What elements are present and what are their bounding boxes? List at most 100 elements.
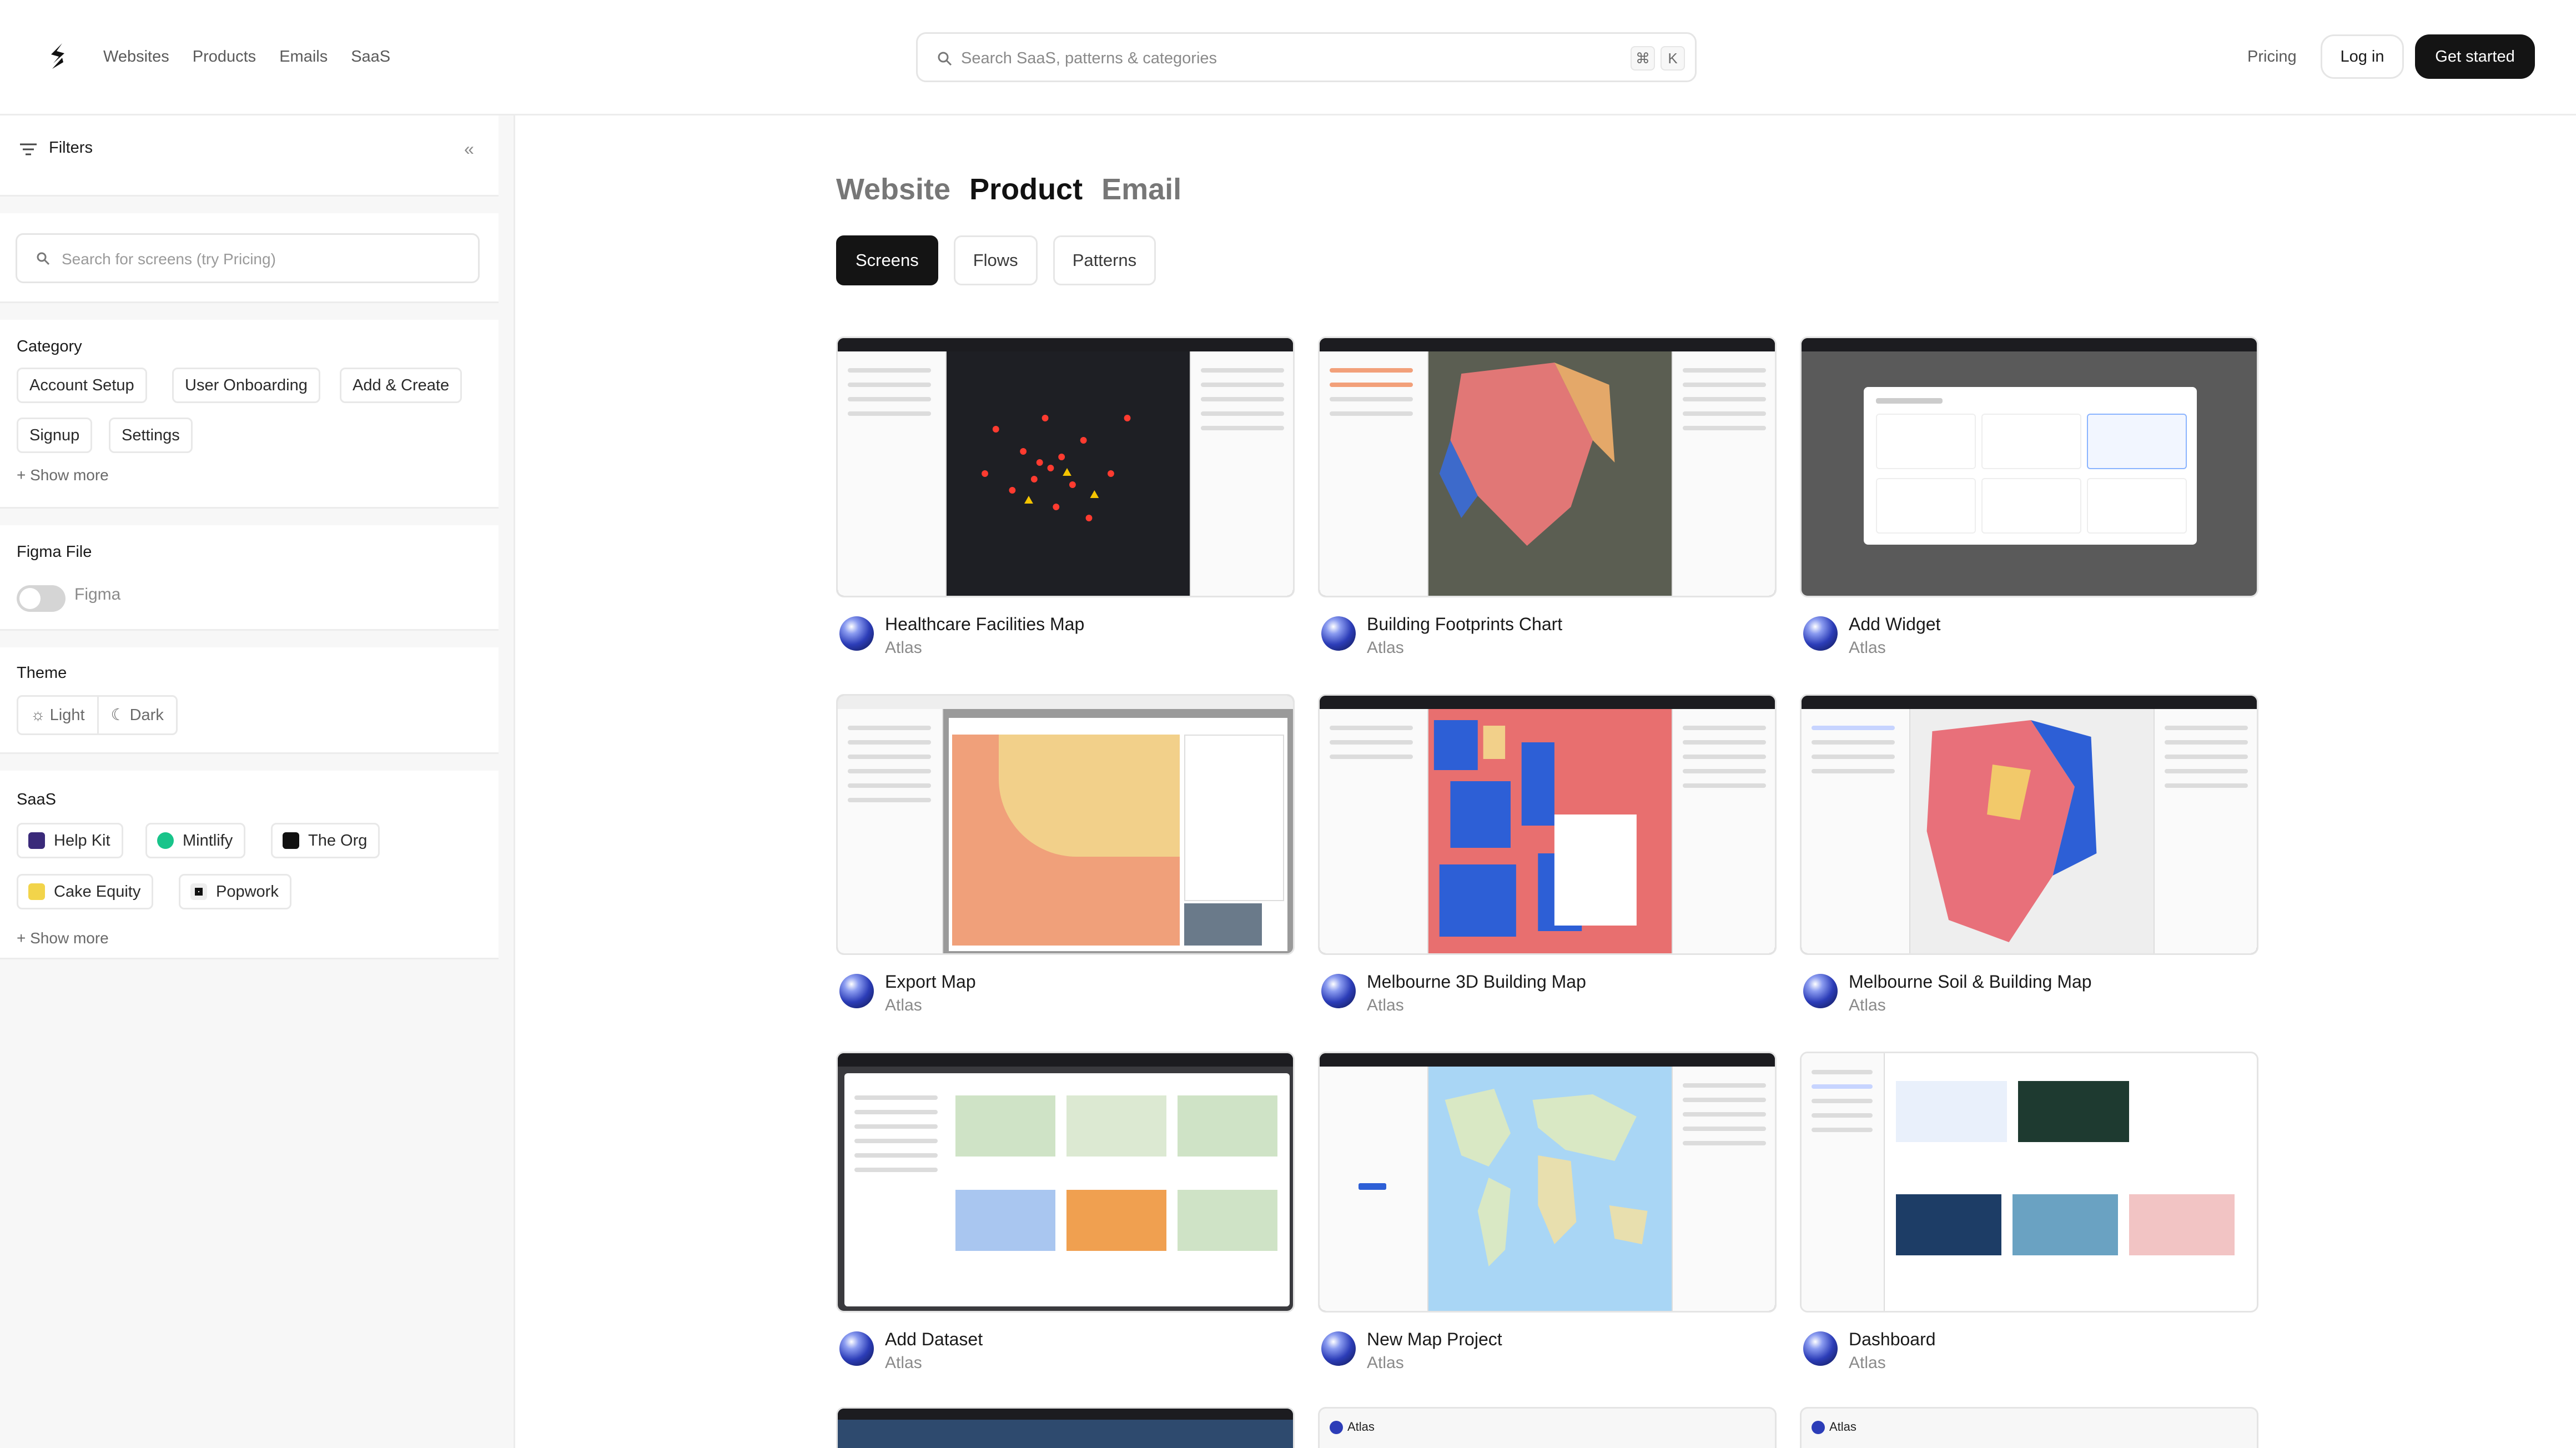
card-meta: Healthcare Facilities Map Atlas — [836, 605, 1295, 666]
saas-chip-help-kit[interactable]: Help Kit — [17, 823, 123, 858]
card-app[interactable]: Atlas — [885, 996, 922, 1015]
thumb-toolbar — [838, 338, 1293, 351]
login-button[interactable]: Log in — [2321, 34, 2404, 79]
category-panel: Category Account Setup User Onboarding A… — [0, 320, 499, 509]
screen-thumbnail[interactable]: Atlas — [1318, 1407, 1777, 1448]
thumb-guide-3 — [2129, 1194, 2235, 1255]
atlas-logo-icon — [1330, 1421, 1343, 1434]
moon-icon: ☾ — [110, 706, 130, 724]
saas-chip-mintlify[interactable]: Mintlify — [145, 823, 246, 858]
saas-show-more[interactable]: + Show more — [17, 929, 109, 947]
thumb-toolbar — [838, 1053, 1293, 1067]
thumb-map — [1428, 709, 1672, 953]
card-title[interactable]: Healthcare Facilities Map — [885, 614, 1084, 635]
card-app[interactable]: Atlas — [1367, 996, 1404, 1015]
nav-websites[interactable]: Websites — [103, 48, 169, 66]
tab-email[interactable]: Email — [1101, 172, 1181, 207]
thumb-layers-panel — [1320, 1067, 1428, 1311]
card-meta: Melbourne Soil & Building Map Atlas — [1800, 963, 2258, 1024]
theme-dark-option[interactable]: ☾ Dark — [97, 697, 176, 733]
3d-buildings — [1433, 720, 1637, 937]
thumb-map — [1910, 709, 2154, 953]
theme-title: Theme — [17, 664, 67, 682]
filter-lines-icon — [20, 143, 37, 155]
card-app[interactable]: Atlas — [1367, 638, 1404, 657]
category-chip-add-create[interactable]: Add & Create — [340, 368, 462, 403]
search-placeholder: Search SaaS, patterns & categories — [961, 49, 1217, 67]
thumb-actions-panel — [1190, 351, 1293, 596]
tab-website[interactable]: Website — [836, 172, 950, 207]
nav-emails[interactable]: Emails — [279, 48, 328, 66]
card-meta: Add Widget Atlas — [1800, 605, 2258, 666]
card-title[interactable]: Melbourne 3D Building Map — [1367, 972, 1586, 992]
pricing-link[interactable]: Pricing — [2247, 48, 2297, 66]
get-started-button[interactable]: Get started — [2415, 34, 2535, 79]
saas-chip-cake-equity[interactable]: Cake Equity — [17, 874, 154, 909]
screen-thumbnail[interactable] — [836, 694, 1295, 955]
thumb-new-project — [1896, 1081, 2007, 1142]
card-title[interactable]: Export Map — [885, 972, 976, 992]
screen-thumbnail[interactable] — [836, 336, 1295, 597]
subtab-screens[interactable]: Screens — [836, 235, 938, 285]
card-app[interactable]: Atlas — [1849, 638, 1886, 657]
sun-icon: ☼ — [31, 706, 50, 724]
card-app[interactable]: Atlas — [1849, 996, 1886, 1015]
screen-thumbnail[interactable] — [1800, 1052, 2258, 1313]
screen-thumbnail[interactable] — [1318, 694, 1777, 955]
screen-thumbnail[interactable] — [1800, 336, 2258, 597]
category-chip-settings[interactable]: Settings — [109, 418, 193, 453]
figma-toggle[interactable] — [17, 585, 66, 612]
card-title[interactable]: Building Footprints Chart — [1367, 614, 1562, 635]
theme-dark-label: Dark — [129, 706, 164, 724]
theme-selector: ☼ Light ☾ Dark — [17, 695, 178, 735]
card-app[interactable]: Atlas — [1849, 1354, 1886, 1372]
card-title[interactable]: Add Widget — [1849, 614, 1940, 635]
top-header: Websites Products Emails SaaS Search Saa… — [0, 0, 2576, 115]
card-app[interactable]: Atlas — [885, 1354, 922, 1372]
atlas-logo-icon — [1803, 974, 1838, 1008]
category-chip-signup[interactable]: Signup — [17, 418, 93, 453]
tab-product[interactable]: Product — [969, 172, 1083, 207]
thumb-toolbar — [1802, 338, 2257, 351]
thumb-toolbar — [1320, 338, 1775, 351]
thumb-export-panel — [838, 709, 943, 953]
card-app[interactable]: Atlas — [1367, 1354, 1404, 1372]
saas-chip-label: Mintlify — [183, 832, 233, 849]
category-chip-account-setup[interactable]: Account Setup — [17, 368, 147, 403]
screen-thumbnail[interactable] — [1800, 694, 2258, 955]
screen-thumbnail[interactable]: Atlas — [1800, 1407, 2258, 1448]
thumb-actions-panel — [2154, 709, 2257, 953]
screen-thumbnail[interactable] — [1318, 1052, 1777, 1313]
screen-search-panel: Search for screens (try Pricing) — [0, 213, 499, 303]
global-search-input[interactable]: Search SaaS, patterns & categories ⌘ K — [916, 32, 1697, 82]
nav-products[interactable]: Products — [193, 48, 256, 66]
screen-thumbnail[interactable] — [836, 1407, 1295, 1448]
subtab-flows[interactable]: Flows — [953, 235, 1038, 285]
saas-chip-the-org[interactable]: The Org — [271, 823, 380, 858]
screen-thumbnail[interactable] — [836, 1052, 1295, 1313]
subtab-patterns[interactable]: Patterns — [1053, 235, 1156, 285]
soil-building-map — [1926, 720, 2097, 942]
logo-icon[interactable] — [46, 41, 70, 74]
nav-saas[interactable]: SaaS — [351, 48, 390, 66]
atlas-logo-icon — [1812, 1421, 1825, 1434]
card-title[interactable]: New Map Project — [1367, 1329, 1502, 1350]
category-chip-user-onboarding[interactable]: User Onboarding — [172, 368, 320, 403]
atlas-logo-icon — [1803, 1331, 1838, 1366]
category-show-more[interactable]: + Show more — [17, 466, 109, 484]
card-title[interactable]: Melbourne Soil & Building Map — [1849, 972, 2092, 992]
collapse-sidebar-icon[interactable]: « — [464, 139, 474, 159]
saas-chip-label: Cake Equity — [54, 883, 141, 901]
card-title[interactable]: Dashboard — [1849, 1329, 1936, 1350]
add-widget-modal — [1864, 387, 2197, 545]
saas-chip-popwork[interactable]: Popwork — [179, 874, 291, 909]
the-org-logo-icon — [283, 832, 299, 849]
saas-panel: SaaS Help Kit Mintlify The Org Cake Equi… — [0, 771, 499, 959]
screen-thumbnail[interactable] — [1318, 336, 1777, 597]
card-title[interactable]: Add Dataset — [885, 1329, 983, 1350]
category-title: Category — [17, 338, 82, 355]
theme-light-option[interactable]: ☼ Light — [18, 697, 97, 733]
card-app[interactable]: Atlas — [885, 638, 922, 657]
atlas-logo-icon — [839, 616, 874, 651]
screen-search-input[interactable]: Search for screens (try Pricing) — [16, 233, 480, 283]
